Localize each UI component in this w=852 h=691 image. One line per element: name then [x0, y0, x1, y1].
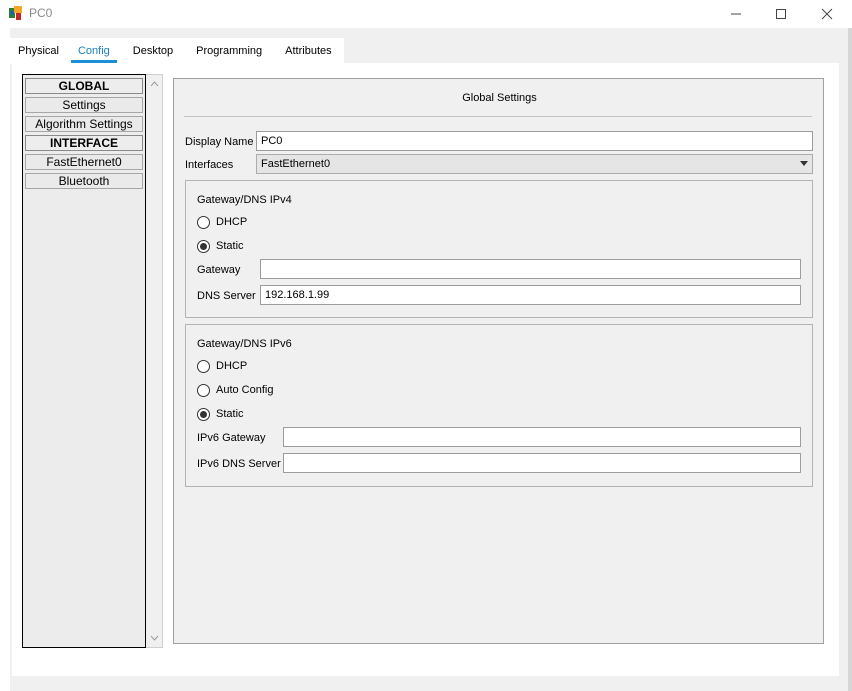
sidebar-header-global: GLOBAL: [25, 78, 143, 94]
ipv6-static-label: Static: [216, 408, 244, 420]
maximize-icon: [776, 8, 786, 19]
tab-bar: Physical Config Desktop Programming Attr…: [10, 38, 344, 64]
tab-desktop[interactable]: Desktop: [120, 38, 186, 64]
title-divider: [184, 116, 812, 117]
global-settings-panel: Global Settings Display Name PC0 Interfa…: [173, 78, 824, 644]
radio-checked-icon: [197, 407, 210, 421]
radio-unchecked-icon: [197, 383, 210, 397]
ipv4-group: Gateway/DNS IPv4 DHCP Static Gateway DNS…: [185, 180, 813, 318]
packet-tracer-pc-icon: [9, 6, 22, 20]
ipv6-auto-config-label: Auto Config: [216, 384, 274, 396]
ipv4-static-radio[interactable]: Static: [197, 238, 244, 254]
tab-config[interactable]: Config: [66, 38, 121, 64]
ipv4-dns-label: DNS Server: [197, 290, 256, 302]
tab-physical[interactable]: Physical: [10, 38, 67, 64]
radio-unchecked-icon: [197, 215, 210, 229]
maximize-button[interactable]: [758, 0, 804, 27]
window-right-edge: [848, 28, 852, 691]
ipv4-group-title: Gateway/DNS IPv4: [197, 194, 292, 206]
minimize-icon: [731, 13, 741, 14]
display-name-label: Display Name: [185, 136, 254, 148]
ipv4-gateway-label: Gateway: [197, 264, 241, 276]
ipv4-static-label: Static: [216, 240, 244, 252]
scroll-down-icon[interactable]: [146, 631, 162, 645]
sidebar-item-bluetooth[interactable]: Bluetooth: [25, 173, 143, 189]
window-title: PC0: [29, 6, 53, 20]
interfaces-label: Interfaces: [185, 159, 234, 171]
close-button[interactable]: [804, 0, 850, 27]
ipv6-static-radio[interactable]: Static: [197, 406, 244, 422]
sidebar-item-settings[interactable]: Settings: [25, 97, 143, 113]
tab-attributes[interactable]: Attributes: [273, 38, 344, 64]
ipv6-dhcp-radio[interactable]: DHCP: [197, 358, 247, 374]
scroll-up-icon[interactable]: [146, 77, 162, 91]
radio-checked-icon: [197, 239, 210, 253]
tab-programming[interactable]: Programming: [185, 38, 274, 64]
ipv6-group: Gateway/DNS IPv6 DHCP Auto Config Static…: [185, 324, 813, 487]
ipv6-group-title: Gateway/DNS IPv6: [197, 338, 292, 350]
sidebar-item-algorithm-settings[interactable]: Algorithm Settings: [25, 116, 143, 132]
ipv4-dhcp-label: DHCP: [216, 216, 248, 228]
minimize-button[interactable]: [713, 0, 759, 27]
ipv6-dns-label: IPv6 DNS Server: [197, 458, 281, 470]
panel-title: Global Settings: [462, 92, 537, 104]
interfaces-selected-value: FastEthernet0: [261, 158, 331, 170]
radio-unchecked-icon: [197, 359, 210, 373]
ipv6-dhcp-label: DHCP: [216, 360, 248, 372]
title-bar: PC0: [0, 0, 852, 27]
ipv4-dhcp-radio[interactable]: DHCP: [197, 214, 247, 230]
ipv6-auto-config-radio[interactable]: Auto Config: [197, 382, 273, 398]
config-sidebar: GLOBAL Settings Algorithm Settings INTER…: [22, 74, 146, 648]
close-icon: [821, 8, 833, 19]
ipv4-dns-input[interactable]: 192.168.1.99: [260, 285, 801, 305]
ipv6-gateway-input[interactable]: [283, 427, 801, 447]
interfaces-dropdown[interactable]: FastEthernet0: [256, 154, 813, 174]
ipv6-dns-input[interactable]: [283, 453, 801, 473]
sidebar-item-fastethernet0[interactable]: FastEthernet0: [25, 154, 143, 170]
chevron-down-icon: [800, 161, 808, 166]
ipv6-gateway-label: IPv6 Gateway: [197, 432, 266, 444]
sidebar-scrollbar[interactable]: [146, 74, 163, 648]
ipv4-gateway-input[interactable]: [260, 259, 801, 279]
display-name-input[interactable]: PC0: [256, 131, 813, 151]
sidebar-header-interface: INTERFACE: [25, 135, 143, 151]
